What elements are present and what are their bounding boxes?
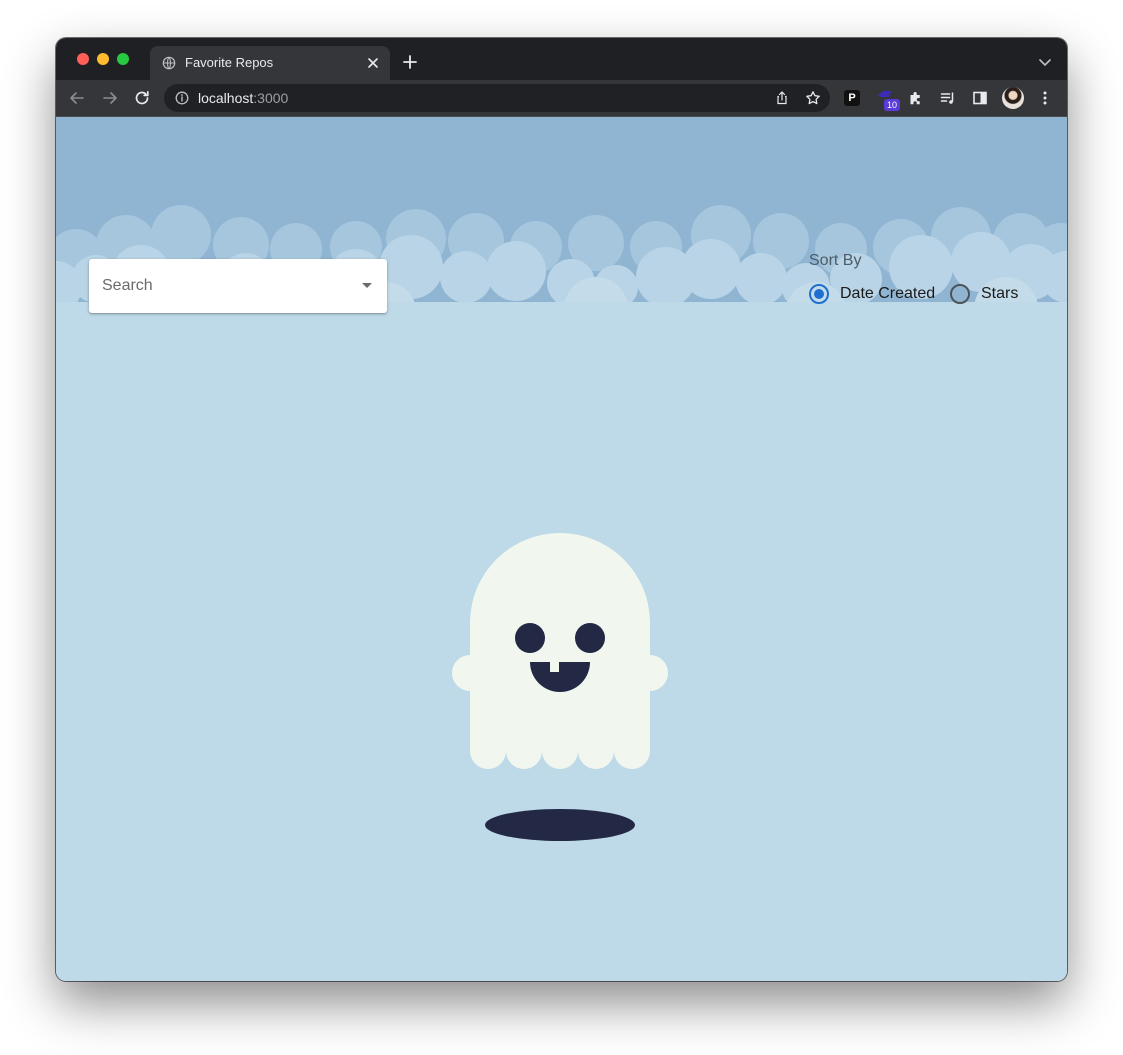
tab-bar: Favorite Repos <box>56 38 1067 80</box>
ghost-tooth <box>550 662 559 672</box>
star-icon[interactable] <box>805 90 821 106</box>
browser-toolbar: localhost:3000 P 10 <box>56 80 1067 117</box>
dropdown-caret-icon[interactable] <box>362 283 372 288</box>
page-content: Sort By Date Created Stars <box>56 117 1067 981</box>
extension-p-icon[interactable]: P <box>844 90 860 106</box>
side-panel-icon[interactable] <box>972 90 988 106</box>
ghost-right-eye <box>575 623 605 653</box>
maximize-window-button[interactable] <box>117 53 129 65</box>
radio-date-created[interactable] <box>809 284 829 304</box>
ghost-shadow <box>485 809 635 841</box>
reload-icon[interactable] <box>134 90 150 106</box>
kebab-menu-icon[interactable] <box>1037 90 1053 106</box>
chevron-down-icon[interactable] <box>1039 57 1051 67</box>
avatar[interactable] <box>1002 87 1024 109</box>
url-text: localhost:3000 <box>198 90 288 106</box>
sort-by-group: Sort By Date Created Stars <box>809 252 1049 312</box>
search-autocomplete[interactable] <box>89 259 387 313</box>
arrow-right-icon[interactable] <box>102 90 118 106</box>
ghost-left-eye <box>515 623 545 653</box>
sort-by-label: Sort By <box>809 252 862 269</box>
sort-option-stars[interactable]: Stars <box>950 282 1018 306</box>
url-host: localhost <box>198 90 254 106</box>
ghost-illustration <box>452 533 668 841</box>
extension-badge-count: 10 <box>884 99 900 111</box>
address-bar[interactable]: localhost:3000 <box>164 84 830 112</box>
arrow-left-icon[interactable] <box>69 90 85 106</box>
info-icon[interactable] <box>175 91 189 105</box>
plus-icon[interactable] <box>403 55 417 69</box>
tab-favorite-repos[interactable]: Favorite Repos <box>150 46 390 80</box>
radio-stars[interactable] <box>950 284 970 304</box>
minimize-window-button[interactable] <box>97 53 109 65</box>
share-icon[interactable] <box>775 91 789 105</box>
close-window-button[interactable] <box>77 53 89 65</box>
sort-option-label: Stars <box>981 285 1019 302</box>
tab-title: Favorite Repos <box>185 55 274 70</box>
puzzle-icon[interactable] <box>908 90 924 106</box>
sort-option-label: Date Created <box>840 285 936 302</box>
extension-badge-button[interactable]: 10 <box>876 88 900 111</box>
close-icon[interactable] <box>366 56 380 70</box>
url-port: :3000 <box>253 90 289 106</box>
sort-option-date-created[interactable]: Date Created <box>809 282 935 306</box>
browser-window: Favorite Repos localhost:3000 P 10 Searc… <box>56 38 1067 981</box>
reading-list-icon[interactable] <box>940 90 956 106</box>
ghost-body <box>452 533 668 769</box>
globe-icon <box>162 56 176 70</box>
search-input[interactable] <box>89 259 352 313</box>
